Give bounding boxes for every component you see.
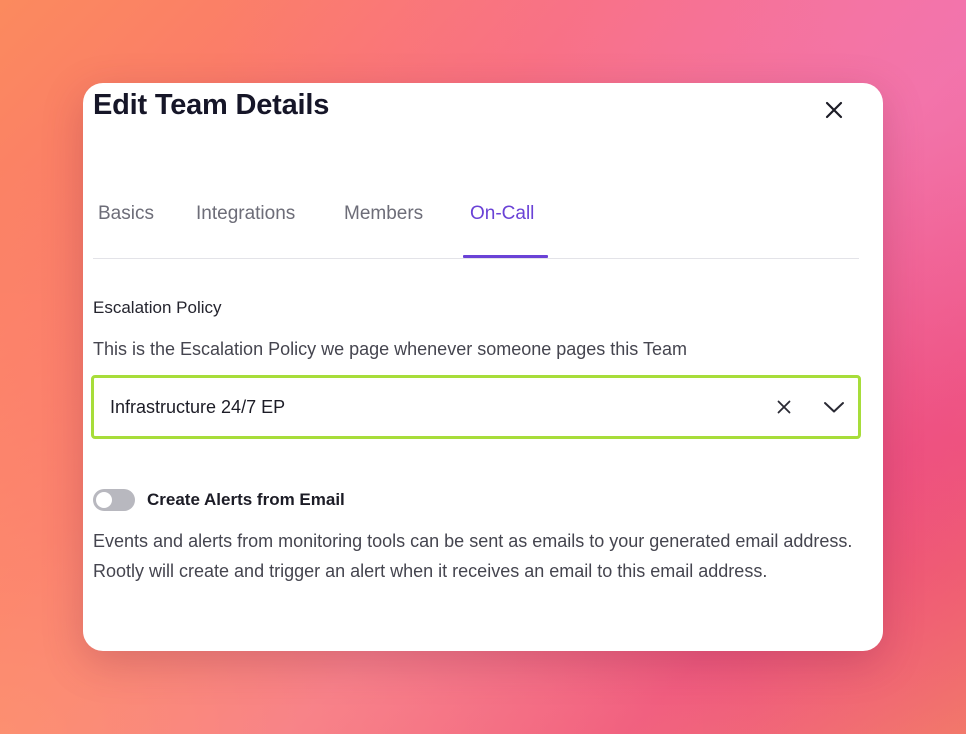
selected-escalation-policy: Infrastructure 24/7 EP (110, 397, 286, 417)
tab-integrations[interactable]: Integrations (196, 203, 295, 225)
chevron-down-icon (824, 402, 844, 413)
escalation-policy-label: Escalation Policy (93, 298, 222, 317)
email-alerts-toggle-row: Create Alerts from Email (93, 487, 345, 513)
escalation-policy-select[interactable]: Infrastructure 24/7 EP (91, 375, 861, 439)
email-alerts-description: Events and alerts from monitoring tools … (93, 531, 853, 581)
clear-icon (777, 400, 791, 414)
create-alerts-toggle[interactable] (93, 489, 135, 511)
tab-members[interactable]: Members (344, 203, 423, 225)
active-tab-indicator (463, 255, 548, 258)
tab-basics[interactable]: Basics (98, 203, 154, 225)
clear-selection-button[interactable] (774, 397, 794, 417)
create-alerts-label: Create Alerts from Email (147, 490, 345, 509)
tab-on-call[interactable]: On-Call (470, 203, 534, 225)
tab-bar: Basics Integrations Members On-Call (93, 183, 859, 259)
dropdown-toggle[interactable] (822, 396, 846, 418)
close-button[interactable] (821, 97, 847, 123)
escalation-policy-description: This is the Escalation Policy we page wh… (93, 339, 687, 359)
edit-team-modal: Edit Team Details Basics Integrations Me… (83, 83, 883, 651)
close-icon (825, 101, 843, 119)
toggle-knob (96, 492, 112, 508)
modal-title: Edit Team Details (93, 89, 330, 121)
